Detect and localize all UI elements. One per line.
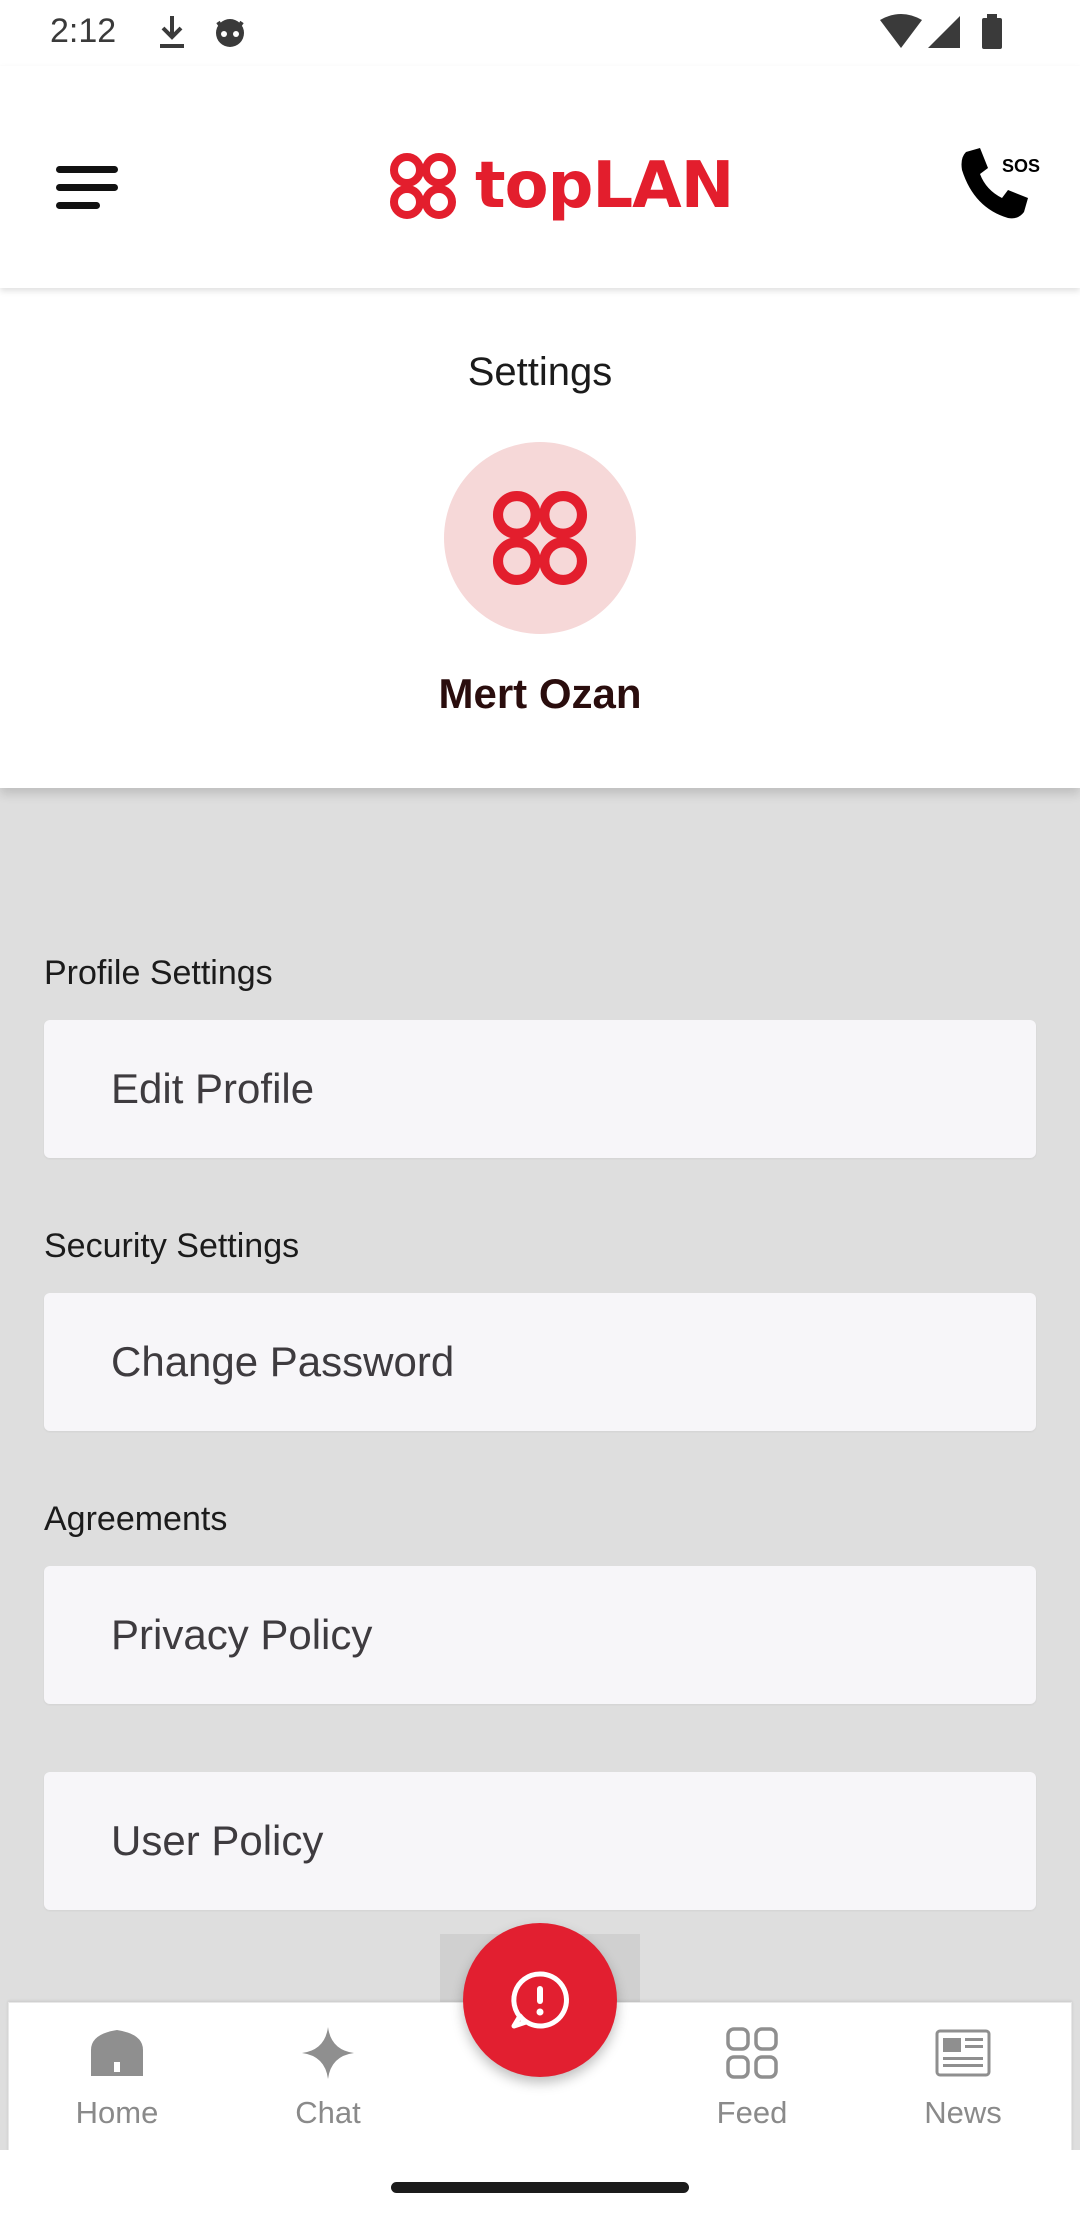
download-icon <box>156 14 188 55</box>
nav-item-feed[interactable]: Feed <box>652 2003 852 2151</box>
page-title: Settings <box>467 350 613 394</box>
home-icon <box>87 2023 147 2083</box>
phone-sos-icon[interactable]: SOS <box>950 138 1040 228</box>
home-gesture-handle[interactable] <box>391 2182 689 2193</box>
nav-label-home: Home <box>75 2095 159 2130</box>
alert-chat-icon <box>511 1971 569 2029</box>
change-password-button[interactable]: Change Password <box>44 1293 1036 1431</box>
wifi-icon <box>880 14 922 55</box>
nav-item-news[interactable]: News <box>863 2003 1063 2151</box>
logo-text: topLAN <box>475 149 734 223</box>
toplan-logo-icon <box>390 153 456 219</box>
alert-chat-button[interactable] <box>463 1923 617 2077</box>
section-label-security: Security Settings <box>44 1227 300 1265</box>
profile-panel: Settings Mert Ozan <box>0 288 1080 788</box>
edit-profile-button[interactable]: Edit Profile <box>44 1020 1036 1158</box>
option-label: Edit Profile <box>111 1065 315 1112</box>
nav-item-chat[interactable]: Chat <box>228 2003 428 2151</box>
toplan-logo-icon <box>492 490 588 586</box>
nav-label-feed: Feed <box>716 2095 788 2130</box>
option-label: User Policy <box>111 1817 324 1864</box>
nav-label-news: News <box>924 2095 1002 2130</box>
status-time: 2:12 <box>50 12 117 50</box>
nav-label-chat: Chat <box>295 2095 361 2130</box>
user-policy-button[interactable]: User Policy <box>44 1772 1036 1910</box>
newspaper-icon <box>934 2023 992 2083</box>
user-name: Mert Ozan <box>438 670 642 717</box>
option-label: Change Password <box>111 1338 455 1385</box>
feed-grid-icon <box>724 2023 780 2083</box>
cat-face-icon <box>212 14 248 55</box>
gesture-bar <box>0 2150 1080 2220</box>
privacy-policy-button[interactable]: Privacy Policy <box>44 1566 1036 1704</box>
app-logo: topLAN <box>385 136 734 236</box>
battery-icon <box>980 14 1004 55</box>
nav-item-home[interactable]: Home <box>17 2003 217 2151</box>
option-label: Privacy Policy <box>111 1611 373 1658</box>
sos-label: SOS <box>1002 156 1040 176</box>
avatar <box>444 442 636 634</box>
section-label-profile: Profile Settings <box>44 954 273 992</box>
section-label-agreements: Agreements <box>44 1500 228 1538</box>
app-header: topLAN SOS <box>0 66 1080 288</box>
menu-icon[interactable] <box>44 146 134 236</box>
sparkle-icon <box>300 2023 356 2083</box>
cellular-signal-icon <box>928 14 962 55</box>
status-bar: 2:12 <box>0 0 1080 66</box>
